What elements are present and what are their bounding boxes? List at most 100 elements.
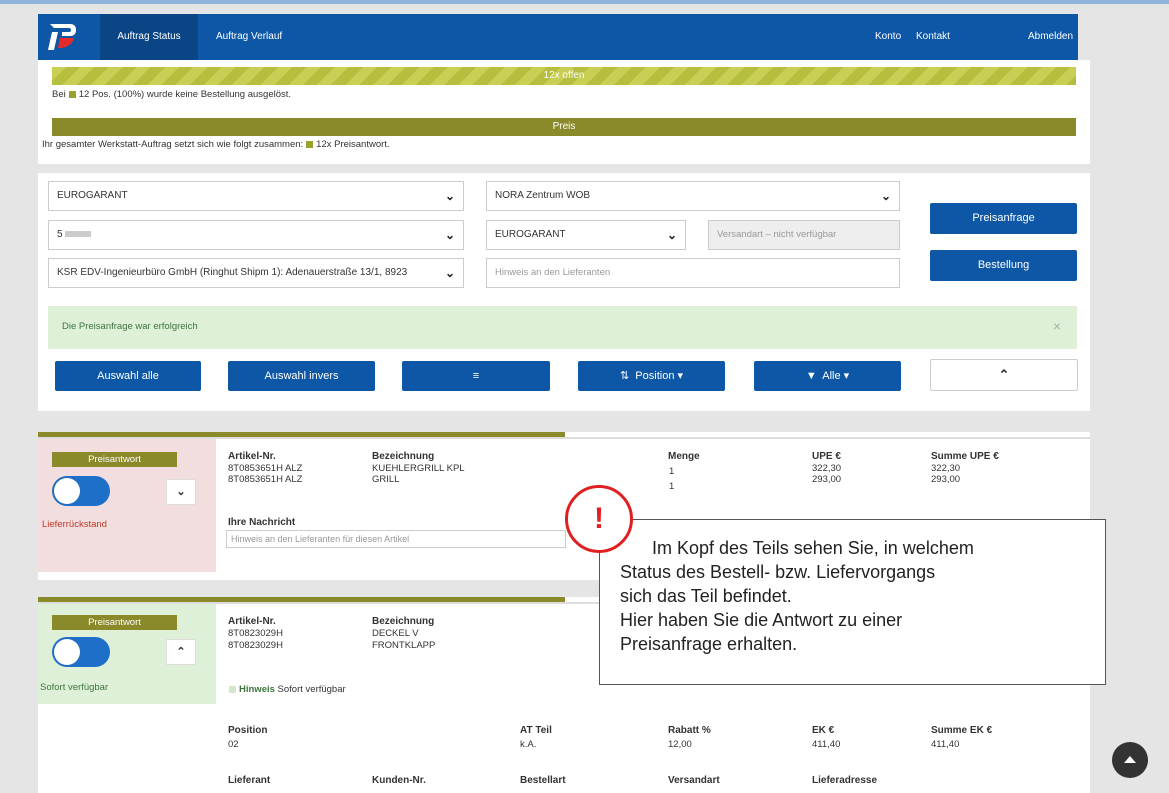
- row-description: DECKEL V: [372, 628, 419, 639]
- legend-square: [229, 685, 236, 693]
- col-sum-ek-header: Summe EK €: [931, 725, 993, 736]
- help-callout: Im Kopf des Teils sehen Sie, in welchem …: [599, 519, 1106, 685]
- col-quantity-header: Menge: [668, 451, 700, 462]
- chevron-down-icon: ⌄: [444, 228, 455, 242]
- item-status-text: Sofort verfügbar: [40, 682, 109, 693]
- center-select[interactable]: NORA Zentrum WOB ⌄: [486, 181, 900, 211]
- row-upe: 322,30: [812, 463, 842, 474]
- callout-line: Hier haben Sie die Antwort zu einer: [620, 610, 903, 630]
- select-toggle[interactable]: [52, 476, 110, 506]
- price-request-button[interactable]: Preisanfrage: [930, 203, 1077, 234]
- col-at-header: AT Teil: [520, 725, 552, 736]
- open-text-post: 12 Pos. (100%) wurde keine Bestellung au…: [78, 89, 292, 100]
- supplier-select[interactable]: EUROGARANT ⌄: [486, 220, 686, 250]
- col-position-header: Position: [228, 725, 268, 736]
- nav-auftrag-verlauf[interactable]: Auftrag Verlauf: [216, 14, 282, 60]
- chevron-down-icon: ⌄: [444, 189, 455, 203]
- scroll-to-top-button[interactable]: [1112, 742, 1148, 778]
- col-description-header: Bezeichnung: [372, 451, 435, 462]
- exclamation-icon: !: [565, 485, 633, 553]
- chevron-up-icon: ⌃: [176, 646, 186, 658]
- caret-up-icon: [1124, 756, 1136, 763]
- status-card: 12x offen Bei 12 Pos. (100%) wurde keine …: [38, 60, 1090, 164]
- brand-select[interactable]: EUROGARANT ⌄: [48, 181, 464, 211]
- address-select-value: KSR EDV-Ingenieurbüro GmbH (Ringhut Ship…: [57, 267, 408, 278]
- row-quantity: 1: [669, 466, 675, 477]
- close-icon[interactable]: ×: [1053, 318, 1061, 334]
- position-label: Position: [635, 370, 675, 382]
- alert-message: Die Preisanfrage war erfolgreich: [62, 321, 198, 332]
- callout-line: Preisanfrage erhalten.: [620, 634, 798, 654]
- row-article: 8T0853651H ALZ: [228, 474, 303, 485]
- chevron-down-icon: ⌄: [666, 228, 677, 242]
- open-status-bar: 12x offen: [52, 67, 1076, 85]
- collapse-button[interactable]: ⌃: [166, 639, 196, 665]
- expand-button[interactable]: ⌄: [166, 479, 196, 505]
- price-status-bar: Preis: [52, 118, 1076, 136]
- nav-konto[interactable]: Konto: [875, 14, 901, 60]
- brand-select-value: EUROGARANT: [57, 190, 128, 201]
- logo-icon[interactable]: [44, 20, 78, 54]
- toggle-knob: [54, 639, 80, 665]
- row-sum-upe: 322,30: [931, 463, 961, 474]
- item-status-text: Lieferrückstand: [42, 519, 107, 530]
- price-text-pre: Ihr gesamter Werkstatt-Auftrag setzt sic…: [42, 139, 304, 150]
- redacted-block: [64, 231, 91, 238]
- caret-down-icon: ▾: [843, 370, 850, 382]
- chevron-down-icon: ⌄: [176, 486, 186, 498]
- message-label: Ihre Nachricht: [228, 517, 296, 528]
- col-customer-no-header: Kunden-Nr.: [372, 775, 426, 786]
- col-article-header: Artikel-Nr.: [228, 616, 276, 627]
- nav-abmelden[interactable]: Abmelden: [1028, 14, 1073, 60]
- shipping-method-field: Versandart – nicht verfügbar: [708, 220, 900, 250]
- legend-square: [68, 90, 76, 98]
- top-navbar: Auftrag Status Auftrag Verlauf Konto Kon…: [38, 14, 1078, 60]
- col-discount-header: Rabatt %: [668, 725, 711, 736]
- item-message-input[interactable]: Hinweis an den Lieferanten für diesen Ar…: [226, 530, 566, 548]
- filter-label: Alle: [822, 370, 841, 382]
- order-form-card: EUROGARANT ⌄ NORA Zentrum WOB ⌄ Preisanf…: [38, 173, 1090, 411]
- customer-select[interactable]: 5 ⌄: [48, 220, 464, 250]
- nav-kontakt[interactable]: Kontakt: [916, 14, 950, 60]
- nav-auftrag-status[interactable]: Auftrag Status: [100, 14, 198, 60]
- legend-square: [306, 140, 314, 148]
- col-order-type-header: Bestellart: [520, 775, 566, 786]
- select-toggle[interactable]: [52, 637, 110, 667]
- status-badge: Preisantwort: [52, 452, 177, 467]
- supplier-hint-input[interactable]: Hinweis an den Lieferanten: [486, 258, 900, 288]
- hint-label: Hinweis: [239, 684, 275, 695]
- customer-select-value: 5: [57, 229, 63, 240]
- row-article: 8T0823029H: [228, 640, 283, 651]
- availability-hint: Hinweis Sofort verfügbar: [229, 684, 346, 695]
- select-all-button[interactable]: Auswahl alle: [55, 361, 201, 391]
- position-sort-dropdown[interactable]: ⇅ Position ▾: [578, 361, 725, 391]
- col-sum-upe-header: Summe UPE €: [931, 451, 999, 462]
- row-quantity: 1: [669, 481, 675, 492]
- order-button[interactable]: Bestellung: [930, 250, 1077, 281]
- address-select[interactable]: KSR EDV-Ingenieurbüro GmbH (Ringhut Ship…: [48, 258, 464, 288]
- filter-dropdown[interactable]: ▼ Alle ▾: [754, 361, 901, 391]
- collapse-button[interactable]: ⌃: [930, 359, 1078, 391]
- row-sum-upe: 293,00: [931, 474, 961, 485]
- price-text-post: 12x Preisantwort.: [316, 139, 390, 150]
- col-supplier-header: Lieferant: [228, 775, 271, 786]
- row-article: 8T0853651H ALZ: [228, 463, 303, 474]
- sort-arrows-icon: ⇅: [619, 370, 630, 382]
- select-invert-button[interactable]: Auswahl invers: [228, 361, 375, 391]
- filter-icon: ▼: [805, 370, 817, 382]
- top-border: [0, 0, 1169, 4]
- center-select-value: NORA Zentrum WOB: [495, 190, 591, 201]
- row-description: GRILL: [372, 474, 400, 485]
- discount-value: 12,00: [668, 739, 692, 750]
- callout-line: Status des Bestell- bzw. Liefervorgangs: [620, 562, 936, 582]
- col-ek-header: EK €: [812, 725, 835, 736]
- sort-icon: ≡: [472, 370, 480, 382]
- sort-button[interactable]: ≡: [402, 361, 550, 391]
- item-status-panel: Preisantwort ⌃ Sofort verfügbar: [38, 604, 216, 704]
- row-article: 8T0823029H: [228, 628, 283, 639]
- chevron-down-icon: ⌄: [880, 189, 891, 203]
- col-delivery-address-header: Lieferadresse: [812, 775, 878, 786]
- callout-line: Im Kopf des Teils sehen Sie, in welchem: [652, 538, 974, 558]
- row-description: KUEHLERGRILL KPL: [372, 463, 465, 474]
- callout-line: sich das Teil befindet.: [620, 586, 792, 606]
